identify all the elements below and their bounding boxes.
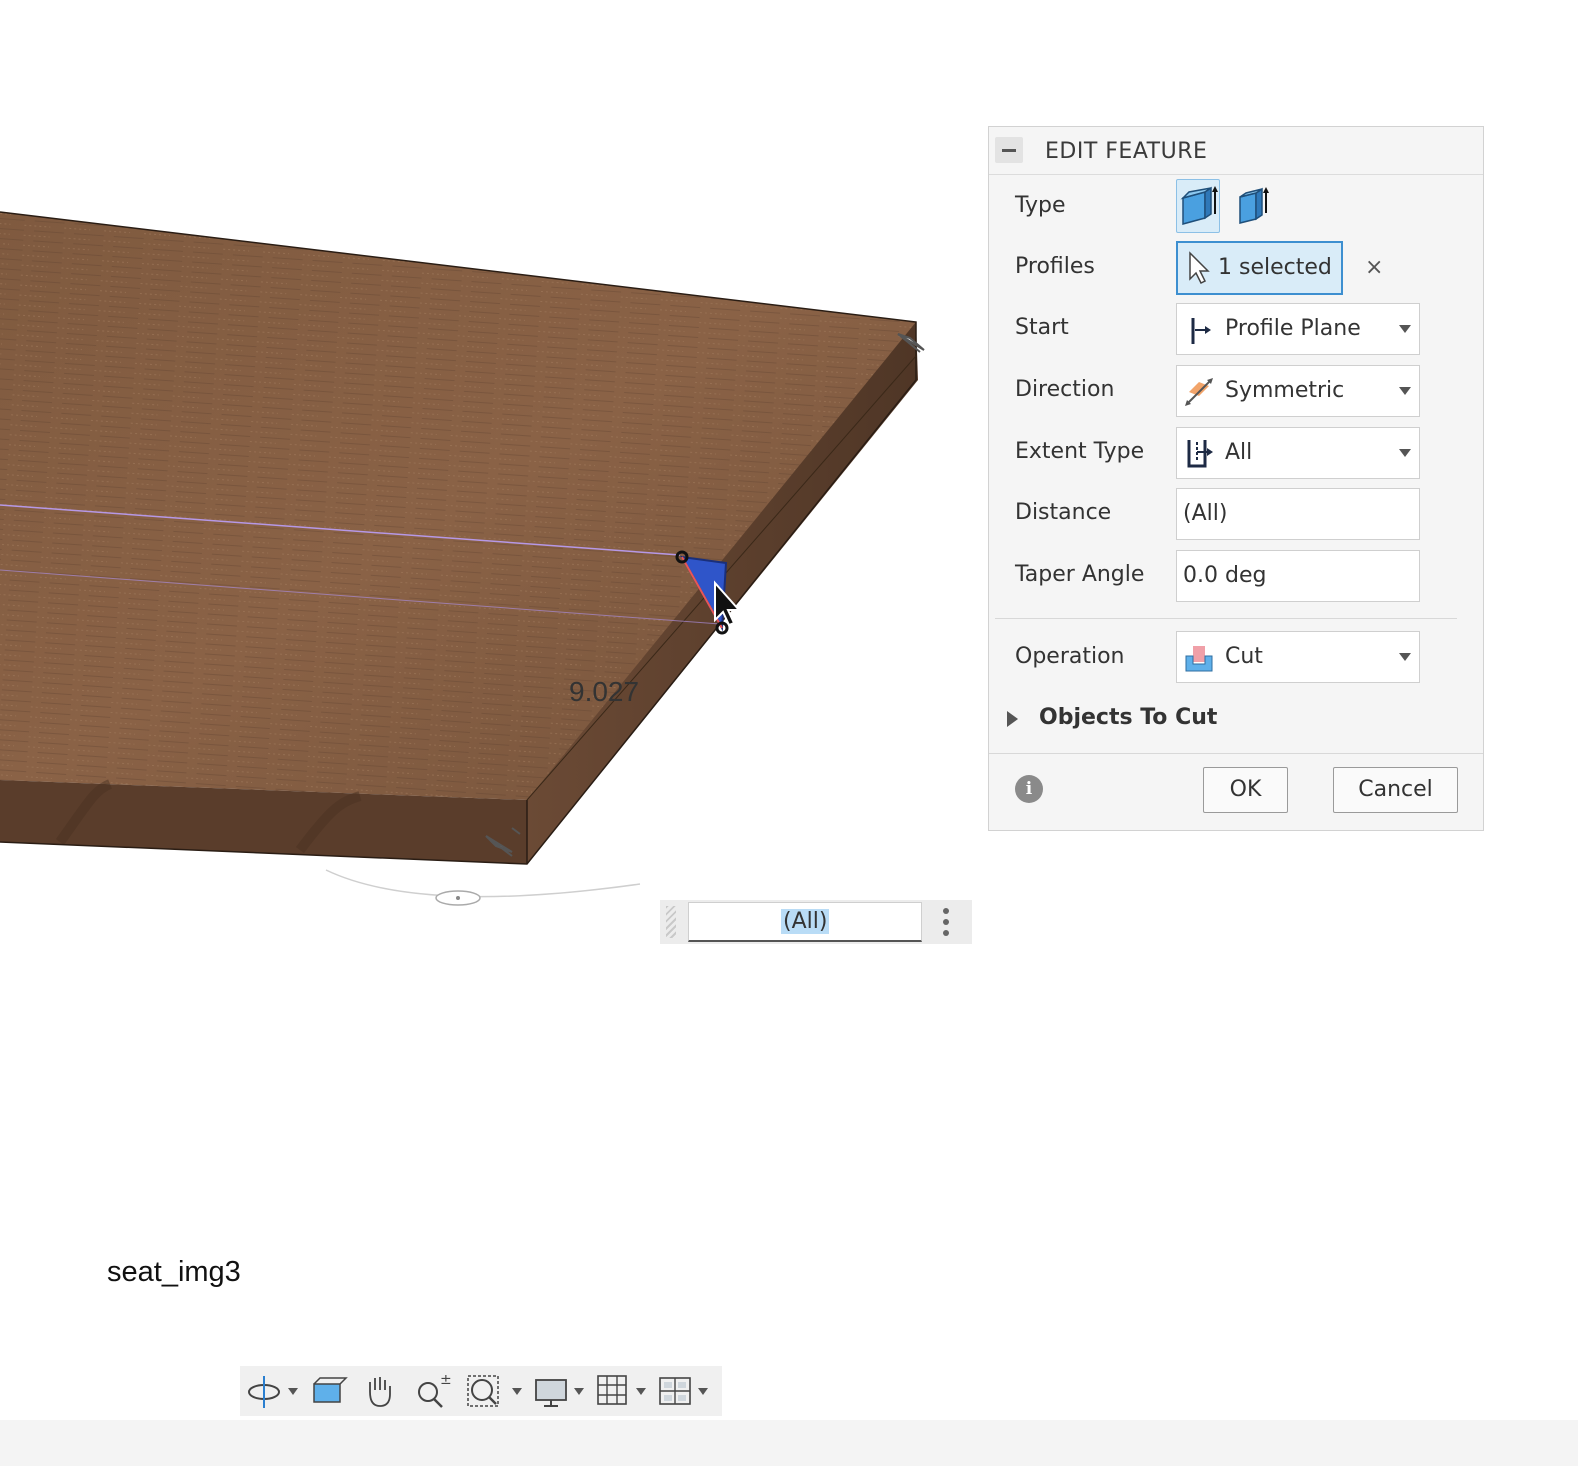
collapse-panel-button[interactable]: [995, 137, 1023, 163]
symmetric-icon: [1185, 378, 1213, 406]
objects-to-cut-label: Objects To Cut: [1039, 705, 1218, 730]
type-label: Type: [1015, 193, 1066, 218]
grid-icon[interactable]: [594, 1372, 634, 1410]
display-settings-icon[interactable]: [532, 1372, 572, 1410]
edit-feature-panel: EDIT FEATURE Type Profiles 1 selected × …: [988, 126, 1484, 831]
chevron-down-icon[interactable]: [698, 1388, 708, 1395]
drag-handle-icon[interactable]: [666, 906, 676, 938]
start-label: Start: [1015, 315, 1069, 340]
taper-angle-label: Taper Angle: [1015, 562, 1145, 587]
info-icon[interactable]: i: [1015, 775, 1043, 803]
start-dropdown[interactable]: Profile Plane: [1176, 303, 1420, 355]
svg-text:±: ±: [440, 1372, 452, 1388]
thin-extrude-icon: [1239, 187, 1269, 224]
inline-input-value: (All): [781, 909, 830, 934]
dimension-label[interactable]: 9.027: [569, 676, 639, 708]
operation-value: Cut: [1225, 644, 1263, 669]
direction-label: Direction: [1015, 377, 1115, 402]
chevron-right-icon: [1007, 711, 1018, 727]
distance-inline-field[interactable]: (All): [688, 902, 922, 942]
more-options-icon[interactable]: [942, 906, 950, 938]
divider: [995, 618, 1457, 619]
chevron-down-icon[interactable]: [574, 1388, 584, 1395]
profile-plane-icon: [1191, 318, 1211, 344]
select-cursor-icon: [1189, 251, 1210, 285]
orbit-icon[interactable]: [244, 1372, 284, 1410]
panel-header: EDIT FEATURE: [989, 127, 1483, 175]
inline-distance-input[interactable]: (All): [660, 900, 972, 944]
chevron-down-icon: [1399, 387, 1411, 395]
profiles-label: Profiles: [1015, 254, 1095, 279]
ok-button[interactable]: OK: [1203, 767, 1288, 813]
chevron-down-icon[interactable]: [288, 1388, 298, 1395]
look-at-icon[interactable]: [308, 1372, 348, 1410]
extent-type-dropdown[interactable]: All: [1176, 427, 1420, 479]
fit-icon[interactable]: [464, 1372, 504, 1410]
chevron-down-icon: [1399, 653, 1411, 661]
taper-angle-value: 0.0 deg: [1183, 563, 1267, 588]
operation-dropdown[interactable]: Cut: [1176, 631, 1420, 683]
status-bar: [0, 1420, 1578, 1466]
image-caption: seat_img3: [107, 1256, 241, 1288]
distance-input[interactable]: (All): [1176, 488, 1420, 540]
extent-type-label: Extent Type: [1015, 439, 1145, 464]
divider: [989, 753, 1483, 754]
operation-label: Operation: [1015, 644, 1125, 669]
extent-type-value: All: [1225, 440, 1253, 465]
navigation-bar: ±: [240, 1366, 722, 1416]
cancel-button[interactable]: Cancel: [1333, 767, 1458, 813]
zoom-icon[interactable]: ±: [412, 1372, 452, 1410]
start-value: Profile Plane: [1225, 316, 1361, 341]
chevron-down-icon[interactable]: [636, 1388, 646, 1395]
distance-value: (All): [1183, 501, 1228, 526]
cut-operation-icon: [1185, 646, 1213, 672]
canvas-viewport[interactable]: 9.027 (All) seat_img3 EDIT FEATURE Type: [0, 0, 1578, 1420]
direction-value: Symmetric: [1225, 378, 1345, 403]
distance-label: Distance: [1015, 500, 1112, 525]
profiles-selection[interactable]: 1 selected: [1176, 241, 1343, 295]
type-thin-extrude-button[interactable]: [1234, 183, 1278, 227]
chevron-down-icon[interactable]: [512, 1388, 522, 1395]
taper-angle-input[interactable]: 0.0 deg: [1176, 550, 1420, 602]
panel-title: EDIT FEATURE: [1045, 139, 1208, 164]
pan-icon[interactable]: [360, 1372, 400, 1410]
extrude-solid-icon: [1180, 186, 1218, 225]
chevron-down-icon: [1399, 449, 1411, 457]
viewports-icon[interactable]: [656, 1372, 696, 1410]
profiles-value: 1 selected: [1218, 255, 1332, 280]
extent-all-icon: [1187, 440, 1213, 468]
clear-selection-icon[interactable]: ×: [1365, 255, 1383, 280]
direction-dropdown[interactable]: Symmetric: [1176, 365, 1420, 417]
type-extrude-button[interactable]: [1176, 179, 1220, 233]
chevron-down-icon: [1399, 325, 1411, 333]
